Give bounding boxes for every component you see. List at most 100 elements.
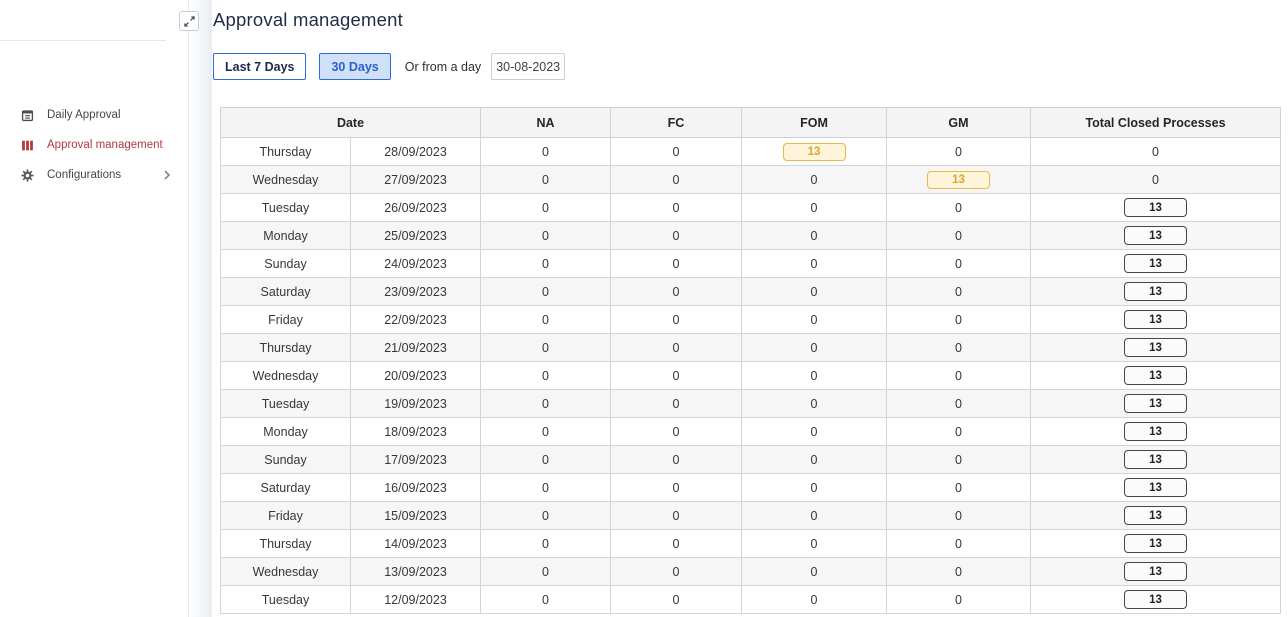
fom-cell: 0: [742, 502, 887, 530]
fom-cell: 0: [742, 558, 887, 586]
sidebar-item-label: Daily Approval: [47, 109, 121, 121]
fom-cell: 0: [742, 334, 887, 362]
fc-cell: 0: [611, 390, 742, 418]
fc-cell: 0: [611, 138, 742, 166]
column-header-fc: FC: [611, 108, 742, 138]
total-cell: 13: [1031, 586, 1281, 614]
fc-cell: 0: [611, 334, 742, 362]
day-cell: Sunday: [221, 446, 351, 474]
total-closed-button[interactable]: 13: [1124, 506, 1187, 525]
fom-cell: 0: [742, 362, 887, 390]
fom-cell: 0: [742, 418, 887, 446]
total-cell: 13: [1031, 194, 1281, 222]
total-closed-button[interactable]: 13: [1124, 478, 1187, 497]
sidebar-item-label: Approval management: [47, 139, 163, 151]
total-cell: 13: [1031, 278, 1281, 306]
sidebar-item-approval-management[interactable]: Approval management: [0, 130, 188, 160]
fom-cell: 0: [742, 306, 887, 334]
total-cell: 13: [1031, 362, 1281, 390]
table-row: Sunday24/09/2023000013: [221, 250, 1281, 278]
fc-cell: 0: [611, 166, 742, 194]
fc-cell: 0: [611, 558, 742, 586]
na-cell: 0: [481, 530, 611, 558]
na-cell: 0: [481, 586, 611, 614]
na-cell: 0: [481, 446, 611, 474]
gm-cell: 0: [887, 250, 1031, 278]
gm-cell: 0: [887, 446, 1031, 474]
na-cell: 0: [481, 278, 611, 306]
gm-cell: 0: [887, 530, 1031, 558]
total-closed-button[interactable]: 13: [1124, 310, 1187, 329]
total-closed-button[interactable]: 13: [1124, 226, 1187, 245]
table-row: Wednesday27/09/2023000130: [221, 166, 1281, 194]
table-row: Sunday17/09/2023000013: [221, 446, 1281, 474]
fc-cell: 0: [611, 222, 742, 250]
table-row: Saturday16/09/2023000013: [221, 474, 1281, 502]
na-cell: 0: [481, 138, 611, 166]
pending-count-badge[interactable]: 13: [783, 143, 846, 161]
total-cell: 13: [1031, 334, 1281, 362]
filter-bar: Last 7 Days 30 Days Or from a day: [213, 53, 565, 80]
date-cell: 27/09/2023: [351, 166, 481, 194]
fc-cell: 0: [611, 278, 742, 306]
column-header-total: Total Closed Processes: [1031, 108, 1281, 138]
total-closed-button[interactable]: 13: [1124, 254, 1187, 273]
total-closed-button[interactable]: 13: [1124, 394, 1187, 413]
total-closed-button[interactable]: 13: [1124, 338, 1187, 357]
date-cell: 17/09/2023: [351, 446, 481, 474]
fom-cell: 0: [742, 222, 887, 250]
column-header-na: NA: [481, 108, 611, 138]
day-cell: Tuesday: [221, 586, 351, 614]
gm-cell: 13: [887, 166, 1031, 194]
approval-management-icon: [20, 138, 34, 152]
sidebar-item-daily-approval[interactable]: Daily Approval: [0, 100, 188, 130]
fc-cell: 0: [611, 474, 742, 502]
na-cell: 0: [481, 334, 611, 362]
total-closed-button[interactable]: 13: [1124, 422, 1187, 441]
gm-cell: 0: [887, 306, 1031, 334]
fom-cell: 0: [742, 194, 887, 222]
pending-count-badge[interactable]: 13: [927, 171, 990, 189]
gm-cell: 0: [887, 502, 1031, 530]
fc-cell: 0: [611, 530, 742, 558]
total-cell: 13: [1031, 502, 1281, 530]
total-cell: 13: [1031, 558, 1281, 586]
gm-cell: 0: [887, 586, 1031, 614]
day-cell: Monday: [221, 418, 351, 446]
fom-cell: 0: [742, 474, 887, 502]
date-cell: 24/09/2023: [351, 250, 481, 278]
total-closed-button[interactable]: 13: [1124, 590, 1187, 609]
date-cell: 21/09/2023: [351, 334, 481, 362]
fom-cell: 0: [742, 278, 887, 306]
page-title: Approval management: [213, 9, 403, 31]
total-closed-button[interactable]: 13: [1124, 534, 1187, 553]
total-closed-button[interactable]: 13: [1124, 450, 1187, 469]
last-7-days-button[interactable]: Last 7 Days: [213, 53, 306, 80]
30-days-button[interactable]: 30 Days: [319, 53, 390, 80]
table-row: Monday25/09/2023000013: [221, 222, 1281, 250]
fc-cell: 0: [611, 446, 742, 474]
date-input[interactable]: [491, 53, 565, 80]
total-closed-button[interactable]: 13: [1124, 198, 1187, 217]
collapse-sidebar-button[interactable]: [179, 11, 199, 31]
day-cell: Wednesday: [221, 558, 351, 586]
sidebar-item-label: Configurations: [47, 169, 121, 181]
sidebar-item-configurations[interactable]: Configurations: [0, 160, 188, 190]
date-cell: 15/09/2023: [351, 502, 481, 530]
day-cell: Friday: [221, 502, 351, 530]
sidebar-menu: Daily Approval Approval management Configu…: [0, 41, 188, 190]
na-cell: 0: [481, 502, 611, 530]
gm-cell: 0: [887, 138, 1031, 166]
sidebar-header: [0, 0, 188, 41]
total-closed-button[interactable]: 13: [1124, 282, 1187, 301]
fc-cell: 0: [611, 586, 742, 614]
fc-cell: 0: [611, 250, 742, 278]
total-cell: 13: [1031, 418, 1281, 446]
configurations-gear-icon: [20, 168, 34, 182]
total-closed-button[interactable]: 13: [1124, 562, 1187, 581]
table-row: Monday18/09/2023000013: [221, 418, 1281, 446]
fc-cell: 0: [611, 502, 742, 530]
table-header-row: Date NA FC FOM GM Total Closed Processes: [221, 108, 1281, 138]
total-closed-button[interactable]: 13: [1124, 366, 1187, 385]
day-cell: Tuesday: [221, 390, 351, 418]
